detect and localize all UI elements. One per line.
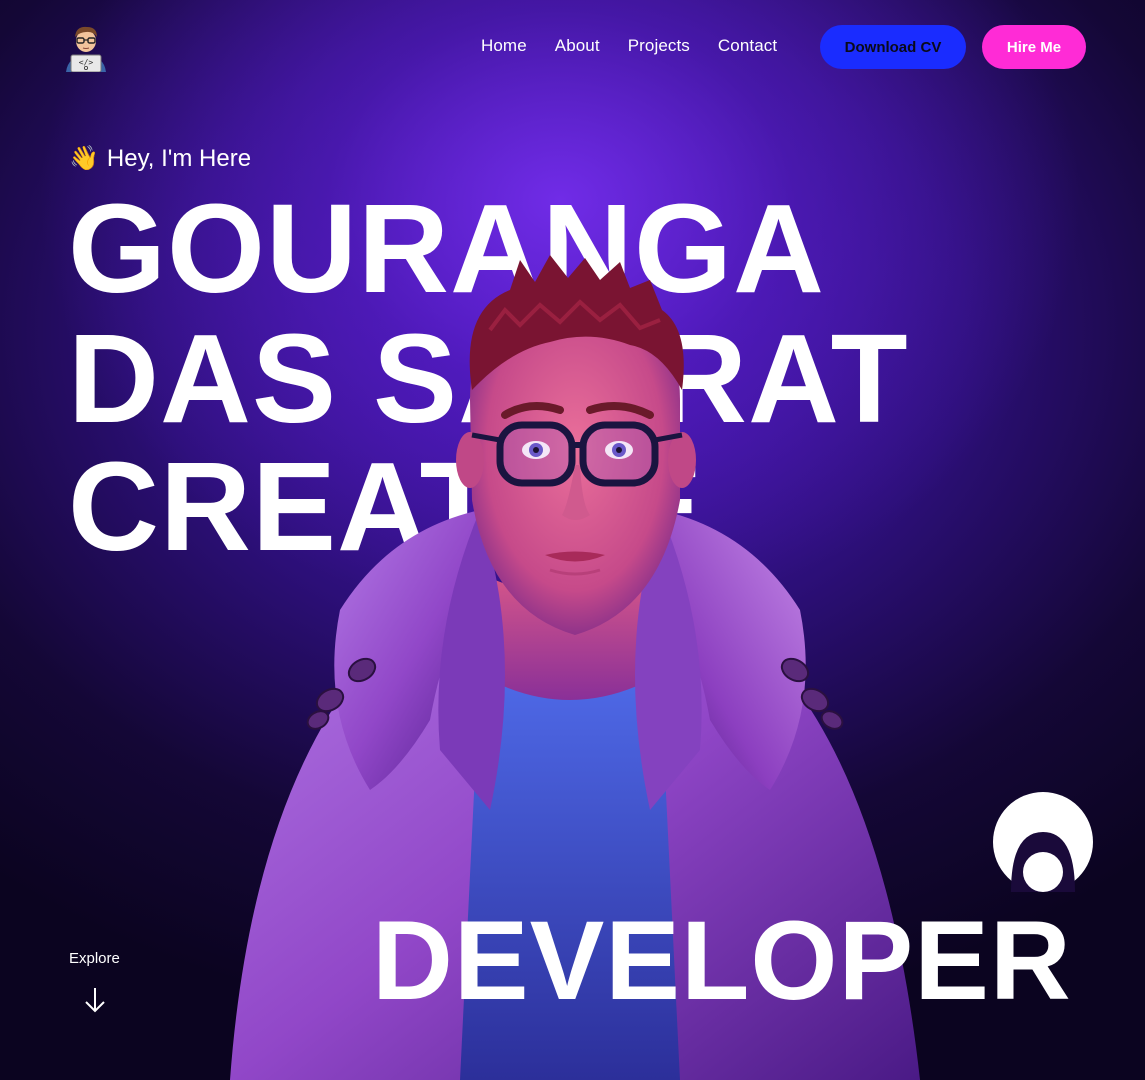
svg-text:</>: </> xyxy=(79,58,94,67)
hero-greeting: 👋 Hey, I'm Here xyxy=(69,144,251,173)
top-nav: </> Home About Projects Contact Download… xyxy=(0,0,1145,95)
nav-link-projects[interactable]: Projects xyxy=(628,36,690,56)
greeting-text: Hey, I'm Here xyxy=(106,144,252,172)
explore-label[interactable]: Explore xyxy=(69,950,120,967)
waving-hand-icon: 👋 xyxy=(69,145,99,172)
arrow-down-icon[interactable] xyxy=(83,986,107,1014)
download-cv-button[interactable]: Download CV xyxy=(820,25,966,69)
nav-link-contact[interactable]: Contact xyxy=(718,36,777,56)
hire-me-button[interactable]: Hire Me xyxy=(982,25,1086,69)
nav-link-home[interactable]: Home xyxy=(481,36,527,56)
brand-mark-icon xyxy=(993,792,1093,892)
logo-developer-avatar-icon[interactable]: </> xyxy=(60,22,112,73)
nav-links: Home About Projects Contact xyxy=(481,36,777,56)
nav-link-about[interactable]: About xyxy=(555,36,600,56)
hero-page: </> Home About Projects Contact Download… xyxy=(0,0,1145,1080)
role-title: DEVELOPER xyxy=(372,898,1072,1023)
